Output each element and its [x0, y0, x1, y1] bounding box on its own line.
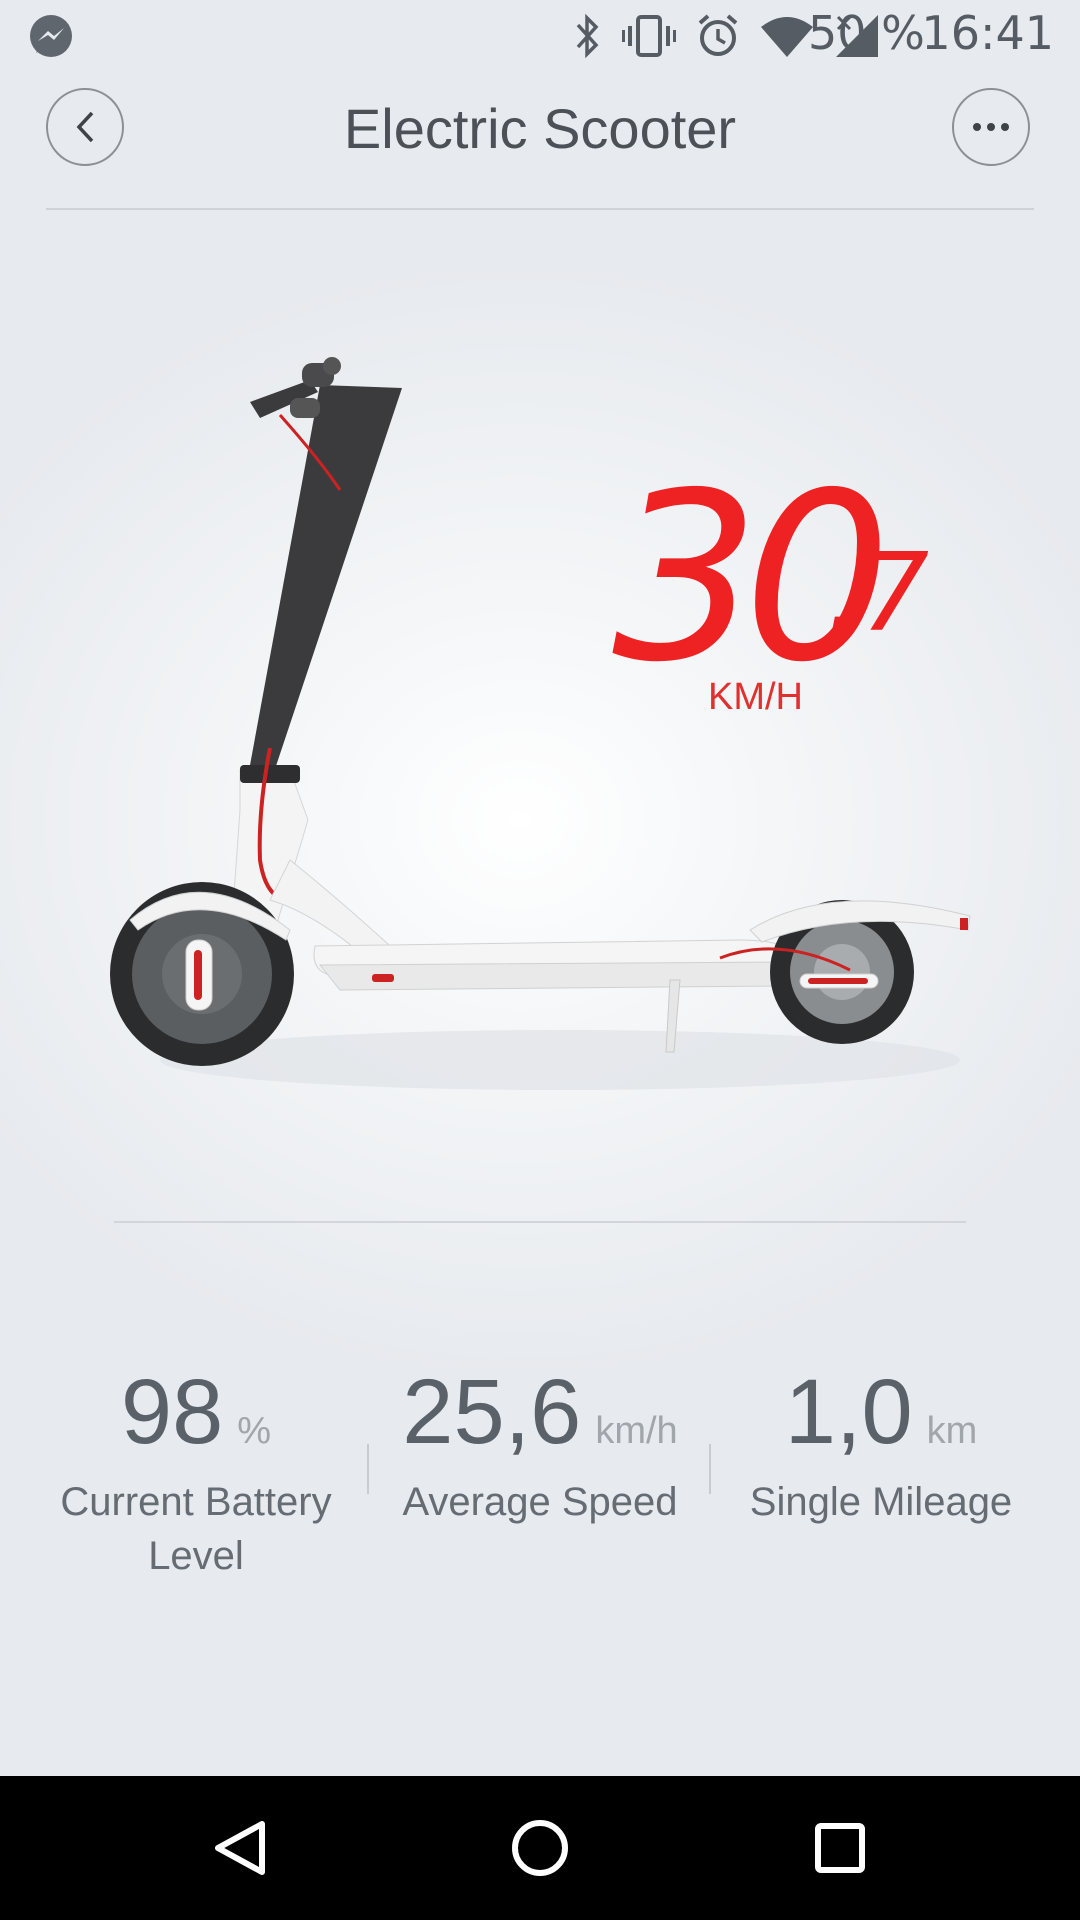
- stat-unit: km: [926, 1410, 978, 1452]
- more-button[interactable]: [952, 88, 1030, 166]
- stat-single-mileage: 1,0 km Single Mileage: [720, 1360, 1042, 1529]
- nav-recents-icon[interactable]: [804, 1812, 876, 1884]
- header-divider: [46, 208, 1034, 210]
- stat-label: Single Mileage: [749, 1480, 1013, 1524]
- stat-average-speed: 25,6 km/h Average Speed: [372, 1360, 708, 1529]
- app-screen: 50 % 16:41 Electric Scooter 30 .7 KM/H 9…: [0, 0, 1080, 1776]
- alarm-icon: [698, 14, 738, 56]
- stat-unit: %: [237, 1410, 272, 1452]
- stat-value: 98: [120, 1361, 224, 1463]
- stat-value: 25,6: [402, 1361, 582, 1463]
- messenger-icon: [30, 15, 72, 57]
- nav-home-icon[interactable]: [504, 1812, 576, 1884]
- stat-unit: km/h: [595, 1410, 678, 1452]
- stat-separator: [709, 1444, 711, 1494]
- system-nav-bar: [0, 1776, 1080, 1920]
- stat-separator: [367, 1444, 369, 1494]
- vibrate-icon: [622, 15, 676, 57]
- speed-readout: 30 .7 KM/H: [612, 462, 932, 722]
- more-dots-icon: [973, 123, 1009, 131]
- stat-label: Current Battery Level: [60, 1480, 332, 1578]
- nav-back-icon[interactable]: [204, 1812, 276, 1884]
- header: Electric Scooter: [0, 80, 1080, 210]
- page-title: Electric Scooter: [343, 97, 737, 160]
- stat-label: Average Speed: [402, 1480, 678, 1524]
- bluetooth-icon: [576, 13, 599, 59]
- stat-value: 1,0: [784, 1361, 913, 1463]
- speed-unit: KM/H: [708, 676, 803, 718]
- speed-decimal: .7: [826, 531, 930, 656]
- stat-battery: 98% Current Battery Level: [40, 1360, 352, 1583]
- status-bar: 50 % 16:41: [0, 0, 1080, 72]
- section-divider: [114, 1221, 966, 1223]
- clock: 16:41: [921, 6, 1054, 60]
- wifi-icon: [761, 17, 813, 57]
- battery-level: 50 %: [808, 6, 925, 60]
- stats-panel: 98% Current Battery Level 25,6 km/h Avera…: [0, 1360, 1080, 1610]
